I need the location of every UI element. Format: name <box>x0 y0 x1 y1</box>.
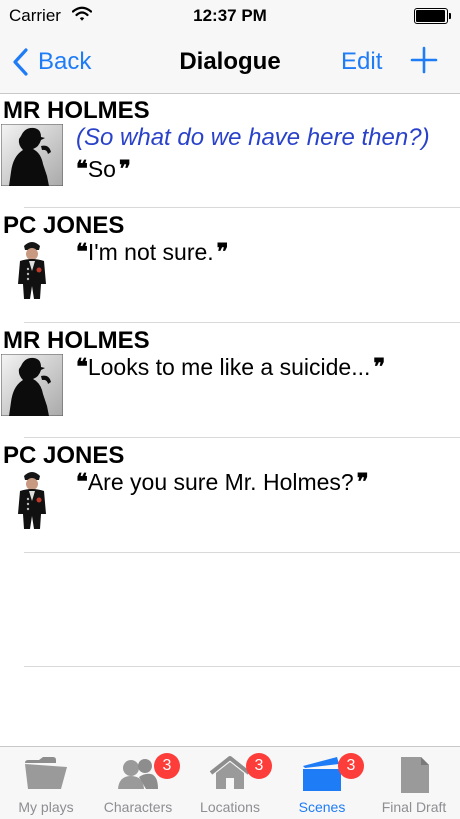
navigation-bar: Back Dialogue Edit <box>0 32 460 94</box>
tab-my-plays[interactable]: My plays <box>0 747 92 819</box>
holmes-avatar-icon <box>1 354 63 416</box>
characters-badge: 3 <box>154 753 180 779</box>
tab-label: Scenes <box>298 799 346 815</box>
speech-text: ❝ I'm not sure. ❞ <box>76 239 456 266</box>
holmes-avatar-icon <box>1 124 63 186</box>
open-quote-icon: ❝ <box>76 156 88 182</box>
speaker-name: PC JONES <box>3 212 125 239</box>
tab-label: My plays <box>18 799 74 815</box>
dialogue-lines: ❝ I'm not sure. ❞ <box>76 239 456 266</box>
speech-text: ❝ Are you sure Mr. Holmes? ❞ <box>76 469 456 496</box>
speaker-name: MR HOLMES <box>3 327 150 354</box>
open-quote-icon: ❝ <box>76 354 88 380</box>
speech-text: ❝ So ❞ <box>76 156 456 183</box>
speaker-name: PC JONES <box>3 442 125 469</box>
status-bar: Carrier 12:37 PM <box>0 0 460 32</box>
dialogue-row[interactable]: PC JONES ❝ Are you sure Mr. Holmes? ❞ <box>0 438 460 553</box>
close-quote-icon: ❞ <box>216 239 229 265</box>
page-title: Dialogue <box>179 48 281 75</box>
constable-avatar-icon <box>1 469 63 531</box>
edit-button[interactable]: Edit <box>341 48 382 76</box>
tab-label: Locations <box>200 799 260 815</box>
speaker-name: MR HOLMES <box>3 97 150 124</box>
close-quote-icon: ❞ <box>356 469 369 495</box>
tab-characters[interactable]: 3 Characters <box>92 747 184 819</box>
constable-avatar-icon <box>1 239 63 301</box>
dialogue-row[interactable]: PC JONES ❝ I'm not sure. ❞ <box>0 208 460 323</box>
stage-direction: (So what do we have here then?) <box>76 124 430 151</box>
row-divider <box>24 552 460 553</box>
document-icon <box>401 757 429 793</box>
speech-line: So <box>87 156 116 182</box>
tab-locations[interactable]: 3 Locations <box>184 747 276 819</box>
close-quote-icon: ❞ <box>373 354 385 380</box>
tab-final-draft[interactable]: Final Draft <box>368 747 460 819</box>
tab-label: Characters <box>103 799 173 815</box>
dialogue-row[interactable]: MR HOLMES ❝ Looks to me like a suicide..… <box>0 323 460 438</box>
dialogue-lines: ❝ Looks to me like a suicide... ❞ <box>76 354 456 381</box>
dialogue-lines: (So what do we have here then?) ❝ So ❞ <box>76 124 456 183</box>
close-quote-icon: ❞ <box>118 156 131 182</box>
dialogue-lines: ❝ Are you sure Mr. Holmes? ❞ <box>76 469 456 496</box>
clock: 12:37 PM <box>193 6 267 25</box>
speech-line: Are you sure Mr. Holmes? <box>87 469 354 495</box>
open-quote-icon: ❝ <box>76 469 88 495</box>
open-quote-icon: ❝ <box>76 239 88 265</box>
locations-badge: 3 <box>246 753 272 779</box>
speech-line: Looks to me like a suicide... <box>87 354 371 380</box>
folder-icon <box>25 757 67 789</box>
add-button[interactable] <box>410 46 438 79</box>
battery-icon <box>414 8 452 24</box>
tab-label: Final Draft <box>381 799 447 815</box>
dialogue-row[interactable]: MR HOLMES (So what do we have here then?… <box>0 93 460 208</box>
tab-bar: My plays 3 Characters 3 Locations 3 Scen… <box>0 746 460 819</box>
speech-line: I'm not sure. <box>87 239 214 265</box>
speech-text: ❝ Looks to me like a suicide... ❞ <box>76 354 456 381</box>
empty-row-divider <box>24 666 460 667</box>
tab-scenes[interactable]: 3 Scenes <box>276 747 368 819</box>
plus-icon <box>410 46 438 74</box>
scenes-badge: 3 <box>338 753 364 779</box>
